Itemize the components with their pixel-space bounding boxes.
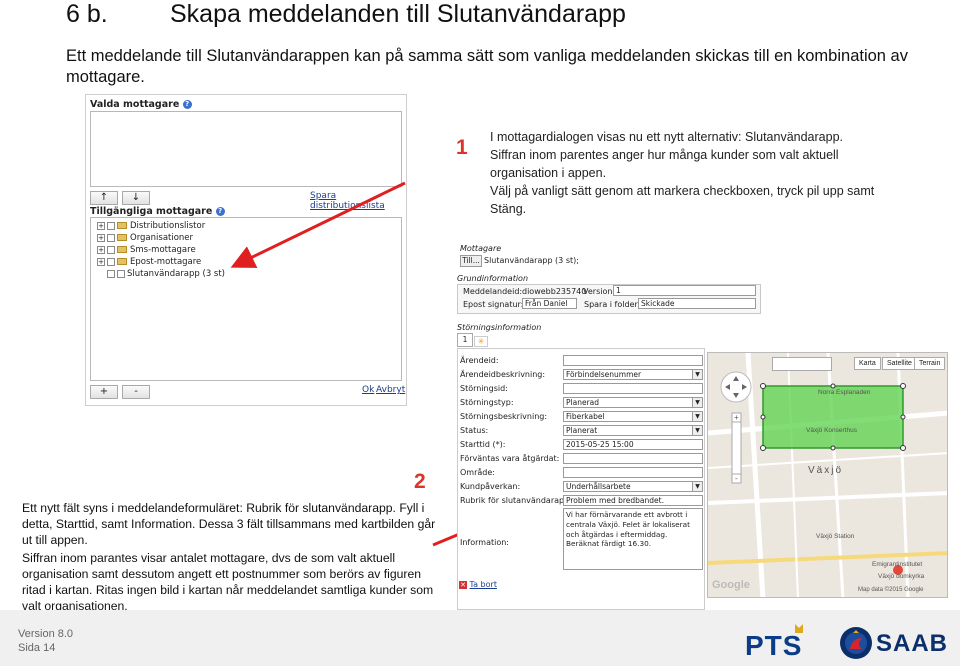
save-folder-label: Spara i folder: — [584, 300, 641, 309]
field-label: Rubrik för slutanvändarapp: — [460, 496, 572, 505]
field-value: Förbindelsenummer — [566, 370, 642, 379]
footer-version: Version 8.0 — [18, 628, 74, 640]
chevron-down-icon[interactable]: ▼ — [692, 412, 702, 421]
map-type-map-button[interactable]: Karta — [854, 357, 881, 370]
field-label: Störningsbeskrivning: — [460, 412, 548, 421]
field-label: Starttid (*): — [460, 440, 506, 449]
delete-link[interactable]: ✕ Ta bort — [459, 580, 497, 589]
field-label: Område: — [460, 468, 495, 477]
disruption-description-select[interactable]: Fiberkabel ▼ — [563, 411, 703, 422]
field-value: Underhållsarbete — [566, 482, 631, 491]
saab-logo: SAAB — [838, 625, 948, 661]
field-label: Störningsid: — [460, 384, 508, 393]
information-textarea[interactable]: Vi har förnärvarande ett avbrott i centr… — [563, 508, 703, 570]
step-2-text: Ett nytt fält syns i meddelandeformuläre… — [22, 500, 440, 614]
disruption-info-title: Störningsinformation — [457, 323, 542, 332]
step-2-paragraph: Siffran inom parantes visar antalet mott… — [22, 550, 434, 614]
pts-logo: PTS — [745, 622, 825, 661]
map-view[interactable]: + - Karta Satellite Terrain Norra Esplan… — [707, 352, 948, 598]
svg-text:+: + — [734, 413, 739, 422]
start-time-field[interactable]: 2015-05-25 15:00 — [563, 439, 703, 450]
field-label: Kundpåverkan: — [460, 482, 521, 491]
status-select[interactable]: Planerat ▼ — [563, 425, 703, 436]
to-button[interactable]: Till... — [460, 255, 482, 267]
chevron-down-icon[interactable]: ▼ — [692, 398, 702, 407]
version-label: Version: — [583, 287, 616, 296]
saab-logo-text: SAAB — [876, 630, 949, 657]
area-field[interactable] — [563, 467, 703, 478]
field-label: Förväntas vara åtgärdat: — [460, 454, 560, 463]
save-folder-value: Skickade — [641, 299, 675, 308]
end-user-app-title-field[interactable]: Problem med bredbandet. — [563, 495, 703, 506]
new-tab-icon[interactable]: ✳ — [474, 336, 488, 347]
map-label: Växjö Konserthus — [806, 427, 857, 434]
map-label: Växjö — [808, 465, 844, 476]
email-signature-select[interactable]: Från Daniel — [522, 298, 577, 309]
disruption-id-field[interactable] — [563, 383, 703, 394]
saab-griffin-icon — [840, 627, 872, 659]
step-1-number: 1 — [456, 136, 468, 159]
map-label: Växjö Station — [816, 533, 855, 540]
footer-page: Sida 14 — [18, 642, 56, 654]
step-1-paragraph: Välj på vanligt sätt genom att markera c… — [490, 184, 875, 216]
version-field[interactable]: 1 — [613, 285, 756, 296]
step-2-number: 2 — [414, 470, 426, 493]
map-copyright: Map data ©2015 Google — [858, 587, 924, 593]
chevron-down-icon[interactable]: ▼ — [692, 482, 702, 491]
map-label: Emigrantinstitutet — [872, 561, 923, 568]
case-id-field[interactable] — [563, 355, 703, 366]
map-label: Norra Esplanaden — [818, 389, 871, 396]
field-value: Planerad — [566, 398, 600, 407]
expected-fix-field[interactable] — [563, 453, 703, 464]
field-label: Ärendeidbeskrivning: — [460, 370, 546, 379]
basic-info-title: Grundinformation — [457, 274, 529, 283]
field-label: Ärendeid: — [460, 356, 499, 365]
information-label: Information: — [460, 538, 510, 547]
message-id-label: Meddelandeid: — [463, 287, 523, 296]
step-1-paragraph: I mottagardialogen visas nu ett nytt alt… — [490, 130, 843, 180]
svg-text:-: - — [735, 474, 738, 483]
field-value: Fiberkabel — [566, 412, 605, 421]
tab-1[interactable]: 1 — [457, 333, 473, 347]
customer-impact-select[interactable]: Underhållsarbete ▼ — [563, 481, 703, 492]
email-signature-label: Epost signatur: — [463, 300, 524, 309]
step-1-text: I mottagardialogen visas nu ett nytt alt… — [490, 128, 880, 218]
to-value: Slutanvändarapp (3 st); — [484, 256, 579, 265]
field-label: Status: — [460, 426, 489, 435]
message-id-value: diowebb235740 — [522, 287, 587, 296]
delete-icon: ✕ — [459, 580, 467, 589]
chevron-down-icon[interactable]: ▼ — [692, 370, 702, 379]
google-logo: Google — [712, 579, 750, 591]
map-label: Växjö domkyrka — [878, 573, 925, 580]
delete-link-label: Ta bort — [469, 580, 497, 589]
map-type-terrain-button[interactable]: Terrain — [914, 357, 946, 370]
disruption-type-select[interactable]: Planerad ▼ — [563, 397, 703, 408]
field-label: Störningstyp: — [460, 398, 514, 407]
arrow-to-checkbox — [230, 181, 406, 268]
step-2-paragraph: Ett nytt fält syns i meddelandeformuläre… — [22, 501, 436, 548]
recipients-section-title: Mottagare — [460, 244, 502, 253]
field-value: Planerat — [566, 426, 598, 435]
pts-logo-text: PTS — [745, 630, 803, 661]
case-description-select[interactable]: Förbindelsenummer ▼ — [563, 369, 703, 380]
email-signature-value: Från Daniel — [525, 299, 568, 308]
save-folder-select[interactable]: Skickade — [638, 298, 756, 309]
map-type-satellite-button[interactable]: Satellite — [882, 357, 917, 370]
map-drawing-toolbar[interactable] — [772, 357, 832, 371]
chevron-down-icon[interactable]: ▼ — [692, 426, 702, 435]
